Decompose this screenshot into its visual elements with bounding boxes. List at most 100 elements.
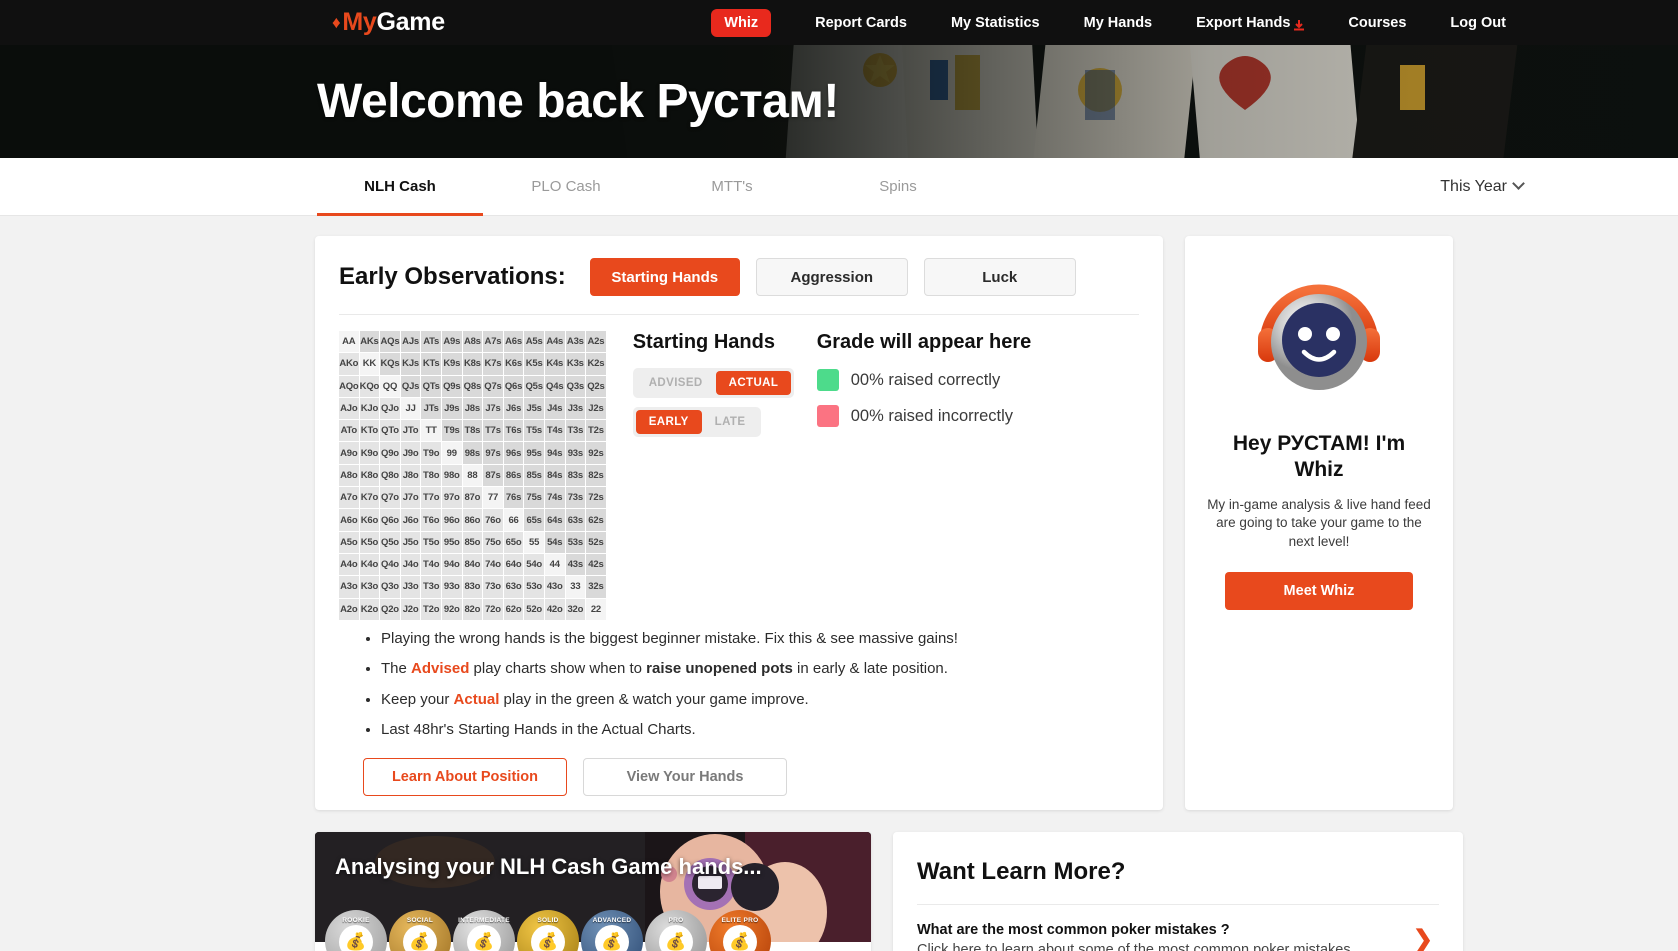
hand-cell-AKo[interactable]: AKo	[339, 353, 359, 375]
nav-item-export-hands[interactable]: Export Hands	[1174, 15, 1326, 31]
hand-cell-KQo[interactable]: KQo	[359, 375, 379, 397]
tab-plo-cash[interactable]: PLO Cash	[483, 158, 649, 215]
hand-cell-A7o[interactable]: A7o	[339, 487, 359, 509]
hand-cell-J6s[interactable]: J6s	[503, 397, 524, 420]
hand-cell-53o[interactable]: 53o	[524, 576, 544, 598]
hand-cell-A5s[interactable]: A5s	[524, 331, 544, 353]
hand-cell-A6o[interactable]: A6o	[339, 509, 359, 531]
hand-cell-K8o[interactable]: K8o	[359, 464, 380, 487]
hand-cell-A7s[interactable]: A7s	[483, 331, 503, 353]
hand-cell-44[interactable]: 44	[544, 553, 565, 576]
hand-cell-K9o[interactable]: K9o	[359, 442, 380, 464]
toggle-early[interactable]: EARLY	[635, 410, 702, 434]
poker-hand-matrix[interactable]: AA AKs AQs AJs ATs A9s A8s A7s A6s A5s A4s A3s A2s AK…	[339, 331, 606, 620]
hand-cell-T5s[interactable]: T5s	[524, 420, 544, 442]
hand-cell-J5o[interactable]: J5o	[400, 531, 421, 553]
hand-cell-J5s[interactable]: J5s	[524, 397, 544, 420]
hand-cell-98o[interactable]: 98o	[441, 464, 462, 487]
nav-item-my-statistics[interactable]: My Statistics	[929, 15, 1062, 31]
hand-cell-92o[interactable]: 92o	[441, 598, 462, 620]
hand-cell-92s[interactable]: 92s	[586, 442, 606, 464]
hand-cell-Q8o[interactable]: Q8o	[380, 464, 400, 487]
hand-cell-AQo[interactable]: AQo	[339, 375, 359, 397]
hand-cell-74s[interactable]: 74s	[544, 487, 565, 509]
hand-cell-Q2o[interactable]: Q2o	[380, 598, 400, 620]
hand-cell-T8o[interactable]: T8o	[421, 464, 441, 487]
hand-cell-J4o[interactable]: J4o	[400, 553, 421, 576]
hand-cell-Q2s[interactable]: Q2s	[586, 375, 606, 397]
tab-nlh-cash[interactable]: NLH Cash	[317, 158, 483, 216]
hand-cell-KJs[interactable]: KJs	[400, 353, 421, 375]
nav-item-report-cards[interactable]: Report Cards	[793, 15, 929, 31]
nav-item-courses[interactable]: Courses	[1326, 15, 1428, 31]
hand-cell-95o[interactable]: 95o	[441, 531, 462, 553]
hand-cell-83o[interactable]: 83o	[462, 576, 483, 598]
hand-cell-TT[interactable]: TT	[421, 420, 441, 442]
hand-cell-T6s[interactable]: T6s	[503, 420, 524, 442]
hand-cell-K2o[interactable]: K2o	[359, 598, 380, 620]
hand-cell-72s[interactable]: 72s	[586, 487, 606, 509]
hand-cell-76s[interactable]: 76s	[503, 487, 524, 509]
hand-cell-Q6o[interactable]: Q6o	[380, 509, 400, 531]
hand-cell-K7s[interactable]: K7s	[483, 353, 503, 375]
hand-cell-K6s[interactable]: K6s	[503, 353, 524, 375]
hand-cell-T3s[interactable]: T3s	[565, 420, 586, 442]
hand-cell-ATs[interactable]: ATs	[421, 331, 441, 353]
hand-cell-QTs[interactable]: QTs	[421, 375, 441, 397]
hand-cell-42s[interactable]: 42s	[586, 553, 606, 576]
observations-tab-aggression[interactable]: Aggression	[755, 258, 908, 296]
observations-tab-luck[interactable]: Luck	[923, 258, 1076, 296]
hand-cell-82o[interactable]: 82o	[462, 598, 483, 620]
hand-cell-64s[interactable]: 64s	[544, 509, 565, 531]
hand-cell-T4s[interactable]: T4s	[544, 420, 565, 442]
hand-cell-J7s[interactable]: J7s	[483, 397, 503, 420]
hand-cell-22[interactable]: 22	[586, 598, 606, 620]
hand-cell-T9o[interactable]: T9o	[421, 442, 441, 464]
hand-cell-54s[interactable]: 54s	[544, 531, 565, 553]
hand-cell-JTo[interactable]: JTo	[400, 420, 421, 442]
hand-cell-65o[interactable]: 65o	[503, 531, 524, 553]
hand-cell-66[interactable]: 66	[503, 509, 524, 531]
hand-cell-94o[interactable]: 94o	[441, 553, 462, 576]
hand-cell-87o[interactable]: 87o	[462, 487, 483, 509]
hand-cell-65s[interactable]: 65s	[524, 509, 544, 531]
hand-cell-87s[interactable]: 87s	[483, 464, 503, 487]
hand-cell-T6o[interactable]: T6o	[421, 509, 441, 531]
hand-cell-A3s[interactable]: A3s	[565, 331, 586, 353]
hand-cell-63s[interactable]: 63s	[565, 509, 586, 531]
hand-cell-K5s[interactable]: K5s	[524, 353, 544, 375]
hand-cell-54o[interactable]: 54o	[524, 553, 544, 576]
learn-about-position-button[interactable]: Learn About Position	[363, 757, 567, 796]
observations-tab-starting-hands[interactable]: Starting Hands	[589, 258, 740, 296]
hand-cell-AJs[interactable]: AJs	[400, 331, 421, 353]
toggle-advised[interactable]: ADVISED	[636, 371, 716, 395]
hand-cell-53s[interactable]: 53s	[565, 531, 586, 553]
hand-cell-55[interactable]: 55	[524, 531, 544, 553]
hand-cell-T5o[interactable]: T5o	[421, 531, 441, 553]
hand-cell-33[interactable]: 33	[565, 576, 586, 598]
hand-cell-KTs[interactable]: KTs	[421, 353, 441, 375]
hand-cell-JTs[interactable]: JTs	[421, 397, 441, 420]
hand-cell-A9s[interactable]: A9s	[441, 331, 462, 353]
hand-cell-52o[interactable]: 52o	[524, 598, 544, 620]
hand-cell-J9o[interactable]: J9o	[400, 442, 421, 464]
hand-cell-J8o[interactable]: J8o	[400, 464, 421, 487]
hand-cell-A6s[interactable]: A6s	[503, 331, 524, 353]
faq-item-1[interactable]: What are the most common poker mistakes …	[917, 903, 1439, 951]
hand-cell-96s[interactable]: 96s	[503, 442, 524, 464]
tab-mtts[interactable]: MTT's	[649, 158, 815, 215]
hand-cell-99[interactable]: 99	[441, 442, 462, 464]
hand-cell-A5o[interactable]: A5o	[339, 531, 359, 553]
hand-cell-43o[interactable]: 43o	[544, 576, 565, 598]
hand-cell-K4o[interactable]: K4o	[359, 553, 380, 576]
hand-cell-J9s[interactable]: J9s	[441, 397, 462, 420]
hand-cell-97o[interactable]: 97o	[441, 487, 462, 509]
nav-item-my-hands[interactable]: My Hands	[1062, 15, 1175, 31]
hand-cell-QTo[interactable]: QTo	[380, 420, 400, 442]
hand-cell-K3o[interactable]: K3o	[359, 576, 380, 598]
period-selector[interactable]: This Year	[1440, 158, 1525, 215]
hand-cell-KQs[interactable]: KQs	[380, 353, 400, 375]
hand-cell-63o[interactable]: 63o	[503, 576, 524, 598]
chevron-right-icon[interactable]: ❯	[1413, 925, 1433, 951]
hand-cell-AKs[interactable]: AKs	[359, 331, 380, 353]
